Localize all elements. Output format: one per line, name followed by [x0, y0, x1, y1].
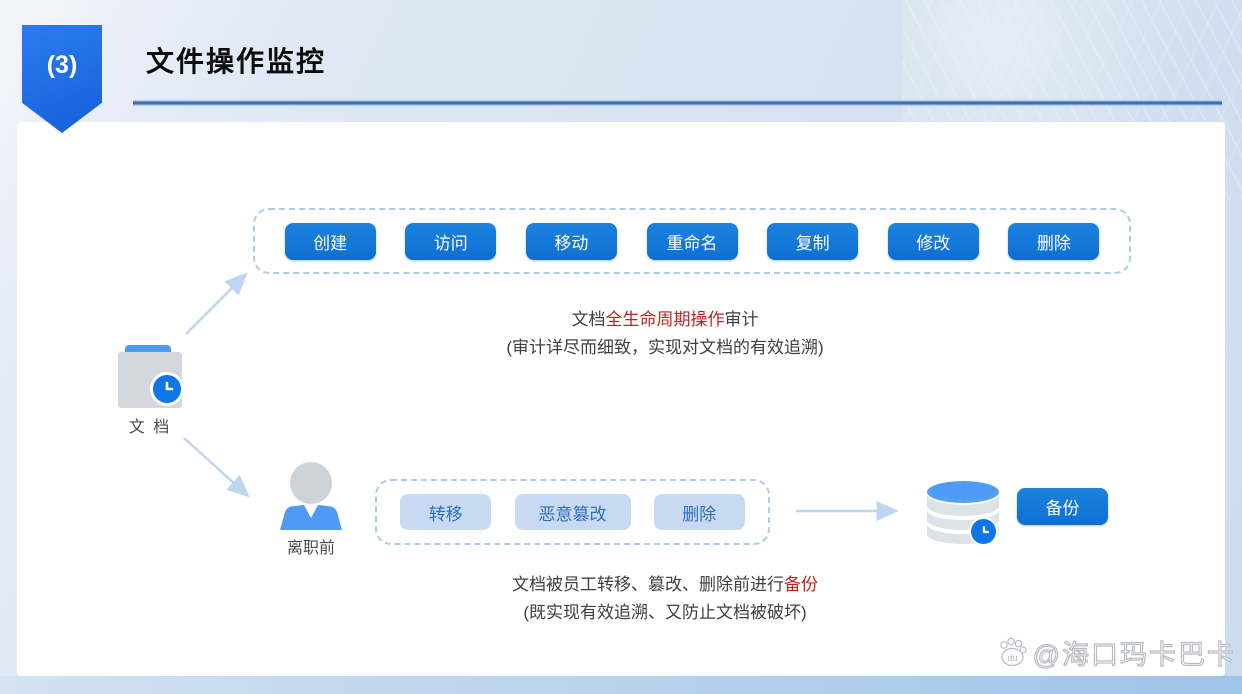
leaver-label: 离职前: [272, 534, 350, 558]
transfer-button[interactable]: 转移: [400, 494, 491, 530]
person-head: [290, 462, 332, 504]
lifecycle-operations-group: 创建 访问 移动 重命名 复制 修改 删除: [253, 208, 1131, 274]
risk-actions-group: 转移 恶意篡改 删除: [375, 479, 770, 545]
section-number: (3): [47, 51, 78, 133]
caption-highlight: 全生命周期操作: [606, 310, 725, 329]
backup-caption-line2: (既实现有效追溯、又防止文档被破坏): [88, 599, 1242, 627]
access-button[interactable]: 访问: [405, 223, 496, 260]
delete-risk-button[interactable]: 删除: [654, 494, 745, 530]
paw-label: du: [1007, 653, 1017, 663]
caption-text: 文档: [572, 310, 606, 329]
create-button[interactable]: 创建: [285, 223, 376, 260]
baidu-paw-icon: du: [995, 635, 1031, 671]
watermark-text: @海口玛卡巴卡: [1033, 633, 1236, 672]
lifecycle-caption-line1: 文档全生命周期操作审计: [88, 306, 1242, 334]
caption-text: 文档被员工转移、篡改、删除前进行: [512, 575, 784, 594]
backup-button[interactable]: 备份: [1017, 488, 1108, 525]
clock-icon: [969, 517, 998, 546]
watermark: du @海口玛卡巴卡: [995, 633, 1236, 672]
backup-caption-line1: 文档被员工转移、篡改、删除前进行备份: [88, 571, 1242, 599]
rename-button[interactable]: 重命名: [647, 223, 738, 260]
lifecycle-caption: 文档全生命周期操作审计 (审计详尽而细致，实现对文档的有效追溯): [88, 306, 1242, 362]
person-body: [280, 505, 342, 530]
modify-button[interactable]: 修改: [888, 223, 979, 260]
page-title: 文件操作监控: [146, 40, 326, 80]
leaver-person-icon: [272, 460, 350, 532]
caption-highlight: 备份: [784, 575, 818, 594]
move-button[interactable]: 移动: [526, 223, 617, 260]
title-underline: [133, 100, 1222, 106]
lifecycle-caption-line2: (审计详尽而细致，实现对文档的有效追溯): [88, 334, 1242, 362]
section-number-ribbon: (3): [22, 25, 102, 133]
malicious-tamper-button[interactable]: 恶意篡改: [515, 494, 631, 530]
clock-icon: [150, 372, 184, 406]
caption-text: 审计: [725, 310, 759, 329]
backup-caption: 文档被员工转移、篡改、删除前进行备份 (既实现有效追溯、又防止文档被破坏): [88, 571, 1242, 627]
bottom-strip: [0, 676, 1242, 694]
delete-button[interactable]: 删除: [1008, 223, 1099, 260]
copy-button[interactable]: 复制: [767, 223, 858, 260]
backup-database-icon: [924, 472, 1002, 546]
document-folder-label: 文 档: [118, 413, 182, 437]
